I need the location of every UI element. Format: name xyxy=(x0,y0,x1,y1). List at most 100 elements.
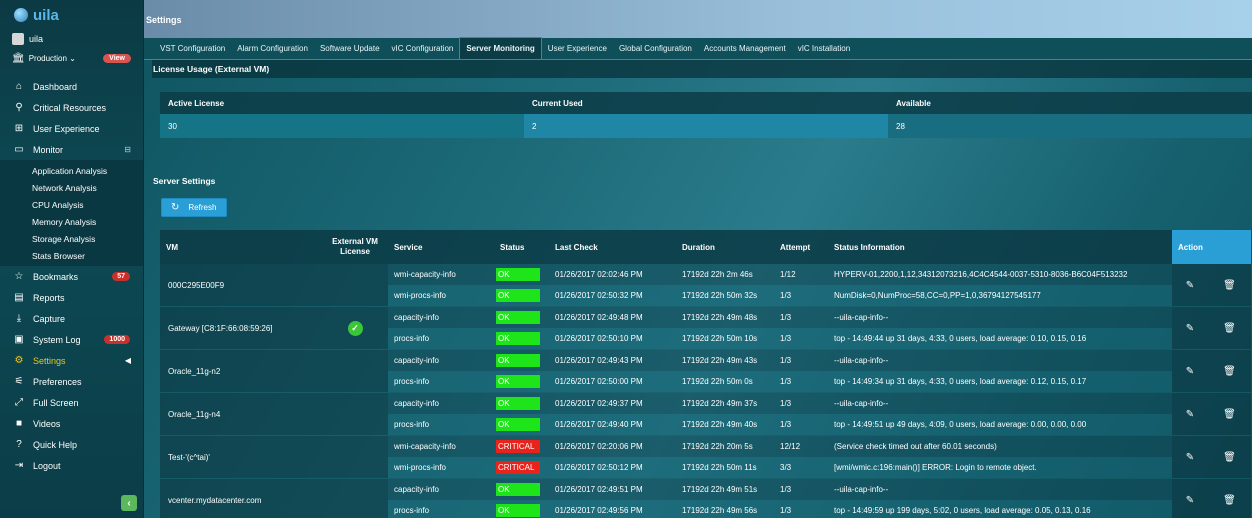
delete-button[interactable]: 🗑 xyxy=(1208,479,1251,518)
license-header-row: Active License Current Used Available xyxy=(160,92,1252,114)
nav-reports[interactable]: ▤ Reports xyxy=(0,287,143,308)
status-badge: OK xyxy=(496,332,540,345)
status-badge: CRITICAL xyxy=(496,461,540,474)
tab-vic-installation[interactable]: vIC Installation xyxy=(792,37,856,59)
nav-label: Logout xyxy=(33,460,61,471)
attempt-cell: 1/3 xyxy=(780,356,792,365)
status-info-cell: top - 14:49:59 up 199 days, 5:02, 0 user… xyxy=(834,506,1091,515)
nav-monitor[interactable]: ▭ Monitor ⊟ xyxy=(0,139,143,160)
nav-settings[interactable]: ⚙ Settings ◀ xyxy=(0,350,143,371)
nav-critical-resources[interactable]: ⚲ Critical Resources xyxy=(0,97,143,118)
tab-vst-configuration[interactable]: VST Configuration xyxy=(154,37,231,59)
tab-server-monitoring[interactable]: Server Monitoring xyxy=(459,37,542,59)
tab-software-update[interactable]: Software Update xyxy=(314,37,386,59)
duration-cell: 17192d 22h 20m 5s xyxy=(682,442,753,451)
logout-icon: ⇥ xyxy=(14,460,24,471)
nav-user-experience[interactable]: ⊞ User Experience xyxy=(0,118,143,139)
delete-button[interactable]: 🗑 xyxy=(1208,393,1251,435)
col-status[interactable]: Status xyxy=(494,243,549,252)
edit-button[interactable]: ✎ xyxy=(1172,264,1208,306)
tab-global-configuration[interactable]: Global Configuration xyxy=(613,37,698,59)
col-service[interactable]: Service xyxy=(388,243,494,252)
nav-full-screen[interactable]: ⤢ Full Screen xyxy=(0,392,143,413)
delete-button[interactable]: 🗑 xyxy=(1208,436,1251,478)
external-license-cell: ✓ xyxy=(322,307,388,349)
status-cell: OK xyxy=(494,504,549,517)
attempt-cell: 1/3 xyxy=(780,399,792,408)
collapse-minus-icon[interactable]: ⊟ xyxy=(124,145,131,154)
subnav-network-analysis[interactable]: Network Analysis xyxy=(0,179,143,196)
vm-name: Oracle_11g-n4 xyxy=(160,393,322,435)
col-duration[interactable]: Duration xyxy=(676,243,774,252)
nav-bookmarks[interactable]: ☆ Bookmarks 57 xyxy=(0,266,143,287)
col-vm[interactable]: VM xyxy=(160,243,322,252)
subnav-memory-analysis[interactable]: Memory Analysis xyxy=(0,213,143,230)
globe-icon xyxy=(14,8,28,22)
server-table-header: VM External VM License Service Status La… xyxy=(160,230,1251,264)
service-rows: capacity-info OK 01/26/2017 02:49:48 PM 171… xyxy=(388,307,1172,349)
nav-dashboard[interactable]: ⌂ Dashboard xyxy=(0,76,143,97)
subnav-stats-browser[interactable]: Stats Browser xyxy=(0,247,143,264)
environment-selector[interactable]: 🏛 Production ⌄ View xyxy=(0,48,143,68)
service-cell: procs-info xyxy=(394,377,430,386)
edit-button[interactable]: ✎ xyxy=(1172,307,1208,349)
nav-system-log[interactable]: ▣ System Log 1000 xyxy=(0,329,143,350)
col-last-check[interactable]: Last Check xyxy=(549,243,676,252)
delete-button[interactable]: 🗑 xyxy=(1208,307,1251,349)
nav-label: Bookmarks xyxy=(33,271,79,282)
vm-name: Oracle_11g-n2 xyxy=(160,350,322,392)
server-group: Oracle_11g-n4 capacity-info OK 01/26/2017 0… xyxy=(160,393,1251,436)
nav-capture[interactable]: ⤓ Capture xyxy=(0,308,143,329)
edit-icon: ✎ xyxy=(1185,322,1195,334)
status-badge: OK xyxy=(496,289,540,302)
nav-preferences[interactable]: ⚟ Preferences xyxy=(0,371,143,392)
edit-button[interactable]: ✎ xyxy=(1172,393,1208,435)
last-check-cell: 01/26/2017 02:49:37 PM xyxy=(555,399,643,408)
subnav-storage-analysis[interactable]: Storage Analysis xyxy=(0,230,143,247)
user-profile[interactable]: uila xyxy=(0,30,143,48)
sitemap-icon: ⊞ xyxy=(14,123,24,134)
edit-button[interactable]: ✎ xyxy=(1172,479,1208,518)
external-license-cell xyxy=(322,350,388,392)
col-attempt[interactable]: Attempt xyxy=(774,243,828,252)
server-group: vcenter.mydatacenter.com capacity-info OK 0… xyxy=(160,479,1251,518)
last-check-cell: 01/26/2017 02:49:48 PM xyxy=(555,313,643,322)
nav-quick-help[interactable]: ? Quick Help xyxy=(0,434,143,455)
sidebar: uila uila 🏛 Production ⌄ View ⌂ Dashboar… xyxy=(0,0,144,518)
monitor-subnav: Application Analysis Network Analysis CP… xyxy=(0,160,143,266)
status-badge: CRITICAL xyxy=(496,440,540,453)
avatar xyxy=(12,33,24,45)
table-row: capacity-info OK 01/26/2017 02:49:43 PM 171… xyxy=(388,350,1172,371)
edit-button[interactable]: ✎ xyxy=(1172,436,1208,478)
duration-cell: 17192d 22h 49m 51s xyxy=(682,485,758,494)
edit-icon: ✎ xyxy=(1185,408,1195,420)
delete-button[interactable]: 🗑 xyxy=(1208,350,1251,392)
nav-logout[interactable]: ⇥ Logout xyxy=(0,455,143,476)
table-row: capacity-info OK 01/26/2017 02:49:51 PM 171… xyxy=(388,479,1172,500)
col-external-license[interactable]: External VM License xyxy=(322,237,388,257)
tab-vic-configuration[interactable]: vIC Configuration xyxy=(386,37,460,59)
nav-videos[interactable]: ■ Videos xyxy=(0,413,143,434)
attempt-cell: 1/3 xyxy=(780,420,792,429)
attempt-cell: 1/3 xyxy=(780,291,792,300)
subnav-cpu-analysis[interactable]: CPU Analysis xyxy=(0,196,143,213)
view-badge[interactable]: View xyxy=(103,53,131,63)
collapse-sidebar-button[interactable]: ‹ xyxy=(121,495,137,511)
status-cell: OK xyxy=(494,268,549,281)
delete-button[interactable]: 🗑 xyxy=(1208,264,1251,306)
edit-button[interactable]: ✎ xyxy=(1172,350,1208,392)
tab-alarm-configuration[interactable]: Alarm Configuration xyxy=(231,37,314,59)
col-status-information[interactable]: Status Information xyxy=(828,243,1172,252)
service-cell: wmi-capacity-info xyxy=(394,270,456,279)
tab-user-experience[interactable]: User Experience xyxy=(542,37,613,59)
refresh-button[interactable]: ↻ Refresh xyxy=(161,198,227,217)
license-used-value: 2 xyxy=(524,114,888,138)
map-marker-icon: ⚲ xyxy=(15,102,23,113)
attempt-cell: 1/3 xyxy=(780,313,792,322)
main-nav: ⌂ Dashboard ⚲ Critical Resources ⊞ User … xyxy=(0,76,143,476)
logo[interactable]: uila xyxy=(0,0,143,30)
subnav-application-analysis[interactable]: Application Analysis xyxy=(0,162,143,179)
question-icon: ? xyxy=(16,439,22,450)
table-row: procs-info OK 01/26/2017 02:50:00 PM 17192d… xyxy=(388,371,1172,392)
tab-accounts-management[interactable]: Accounts Management xyxy=(698,37,792,59)
